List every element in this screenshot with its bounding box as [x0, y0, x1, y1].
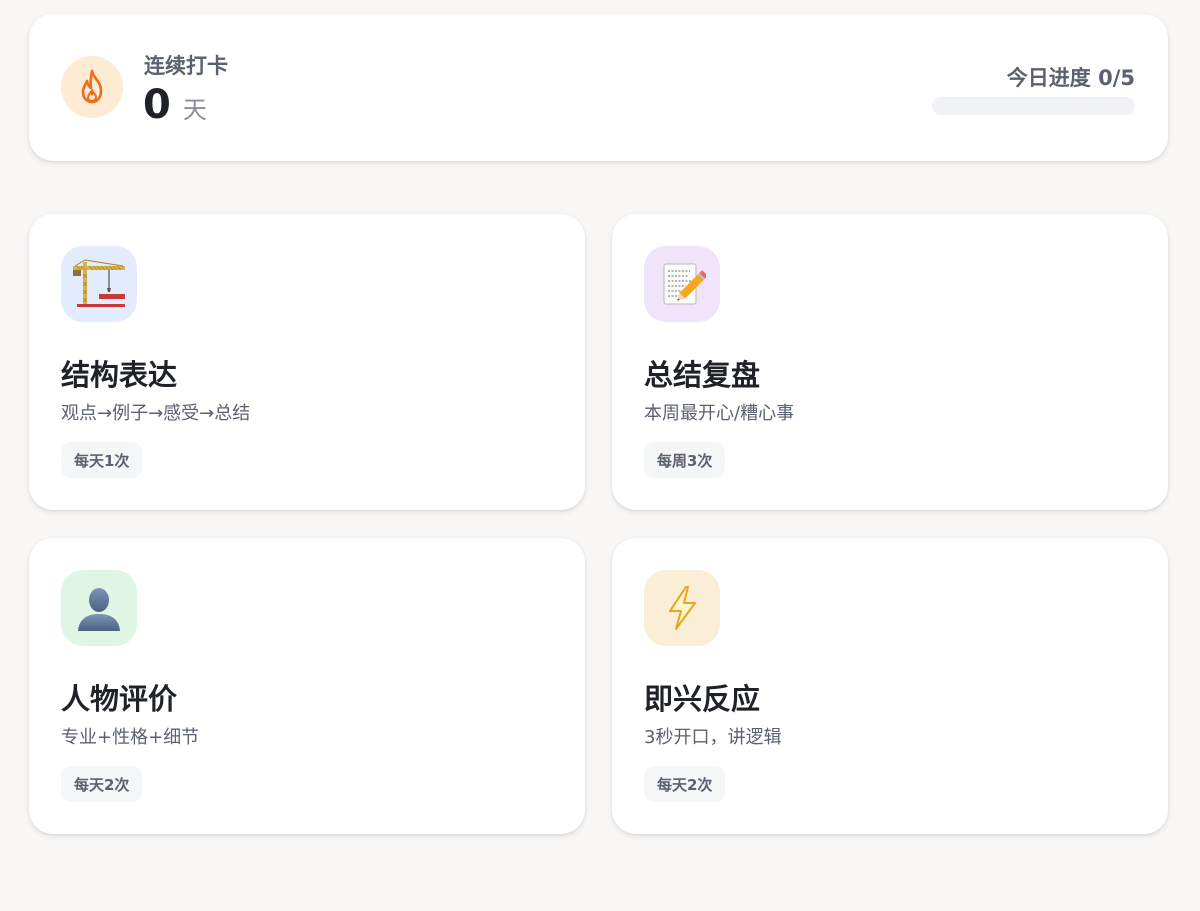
flame-icon [61, 56, 123, 118]
today-progress-label: 今日进度 0/5 [1006, 66, 1135, 90]
task-desc: 观点→例子→感受→总结 [61, 403, 251, 424]
frequency-badge: 每天1次 [61, 442, 143, 478]
streak-card: 连续打卡 0 天 今日进度 0/5 [29, 14, 1168, 161]
streak-unit: 天 [182, 96, 207, 124]
task-desc: 3秒开口，讲逻辑 [644, 727, 782, 748]
streak-count: 0 [143, 82, 171, 128]
frequency-badge: 每天2次 [644, 766, 726, 802]
task-title: 即兴反应 [644, 682, 761, 716]
task-desc: 专业+性格+细节 [61, 727, 200, 748]
task-card-review[interactable]: 总结复盘 本周最开心/糟心事 每周3次 [612, 214, 1168, 510]
streak-label: 连续打卡 [144, 54, 228, 78]
streak-value: 0 天 [143, 82, 207, 128]
task-card-structure[interactable]: 结构表达 观点→例子→感受→总结 每天1次 [29, 214, 585, 510]
task-card-character[interactable]: 人物评价 专业+性格+细节 每天2次 [29, 538, 585, 834]
task-title: 总结复盘 [644, 358, 761, 392]
task-title: 结构表达 [61, 358, 178, 392]
memo-pencil-icon [644, 246, 720, 322]
today-progress-bar [932, 97, 1135, 115]
frequency-badge: 每周3次 [644, 442, 726, 478]
task-desc: 本周最开心/糟心事 [644, 403, 795, 424]
crane-icon [61, 246, 137, 322]
person-silhouette-icon [61, 570, 137, 646]
task-card-impromptu[interactable]: 即兴反应 3秒开口，讲逻辑 每天2次 [612, 538, 1168, 834]
lightning-icon [644, 570, 720, 646]
task-title: 人物评价 [61, 682, 178, 716]
frequency-badge: 每天2次 [61, 766, 143, 802]
